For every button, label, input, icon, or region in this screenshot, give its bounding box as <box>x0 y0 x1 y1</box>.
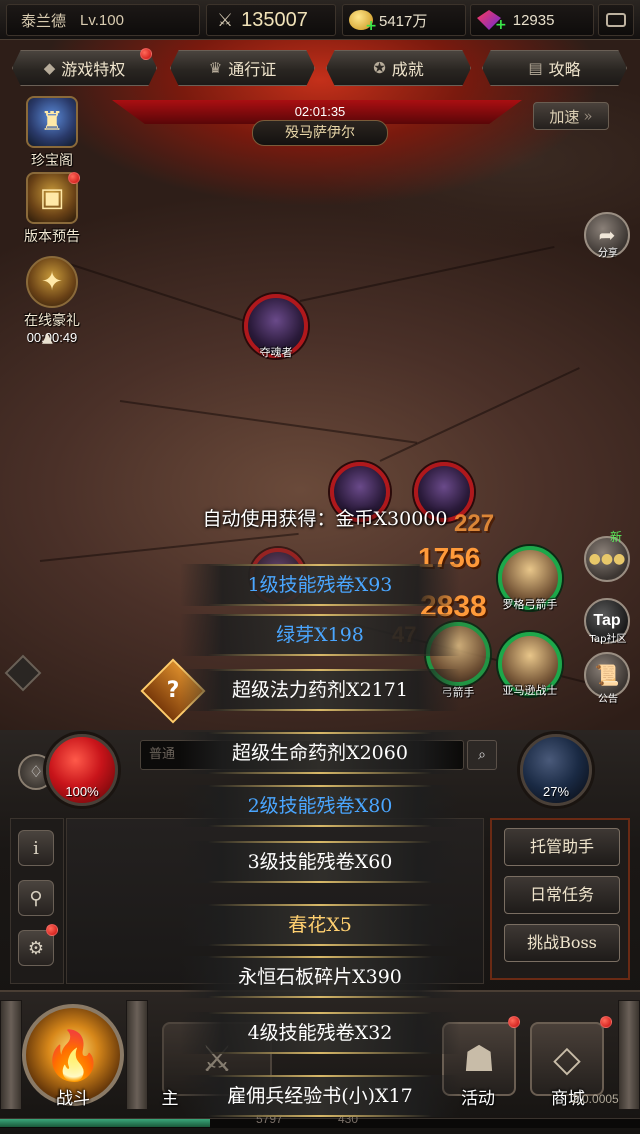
auto-assist-button[interactable]: 托管助手 <box>504 828 620 866</box>
pillar-decoration <box>0 1000 22 1110</box>
notification-dot <box>68 172 80 184</box>
player-level: Lv.100 <box>80 11 124 29</box>
gem-display[interactable]: + 12935 <box>470 4 594 36</box>
experience-fill <box>0 1119 210 1127</box>
info-button[interactable]: i <box>18 830 54 866</box>
badge-icon: ✪ <box>373 59 386 77</box>
speed-up-button[interactable]: 加速 » <box>533 102 609 130</box>
side-item-preview[interactable]: ▣ 版本预告 <box>12 172 92 246</box>
location-button[interactable]: ⚲ <box>18 880 54 916</box>
pillar-decoration <box>126 1000 148 1110</box>
player-info[interactable]: 泰兰德 Lv.100 <box>6 4 200 36</box>
gold-coin-icon: + <box>349 10 377 34</box>
crossed-swords-icon: ⚔ <box>217 9 234 31</box>
gem-value: 12935 <box>512 11 555 29</box>
gift-icon: ✦ <box>26 256 78 308</box>
loot-header: 自动使用获得：金币X30000 <box>202 508 448 530</box>
boss-timer: 02:01:35 <box>294 104 346 119</box>
loot-item: 超级法力药剂X2171 <box>180 669 460 711</box>
scroll-icon: 📜 <box>594 663 620 687</box>
notification-dot <box>600 1016 612 1028</box>
chat-channel-label: 普通 <box>149 747 176 762</box>
ally-unit-label: 亚马逊战士 <box>502 684 558 697</box>
tab-label: 攻略 <box>548 60 581 79</box>
tap-logo: Tap <box>593 612 621 629</box>
menu-icon <box>606 13 626 27</box>
tab-guide[interactable]: ▤ 攻略 <box>482 50 627 86</box>
loot-item: 超级生命药剂X2060 <box>180 732 460 774</box>
gold-display[interactable]: + 5417万 <box>342 4 466 36</box>
notification-dot <box>46 924 58 936</box>
notice-label: 公告 <box>598 694 618 705</box>
battle-label: 战斗 <box>56 1089 90 1109</box>
loot-item: 1级技能残卷X93 <box>180 564 460 606</box>
side-label: 珍宝阁 <box>31 153 73 169</box>
tab-pass[interactable]: ♛ 通行证 <box>170 50 315 86</box>
loot-item: 绿芽X198 <box>180 614 460 656</box>
chat-bubble-button[interactable]: ●●● <box>584 536 630 582</box>
pillar-decoration <box>618 1000 640 1110</box>
tab-label: 通行证 <box>228 60 277 79</box>
loot-item: 雇佣兵经验书(小)X17 <box>180 1075 460 1117</box>
top-status-bar: 泰兰德 Lv.100 ⚔ 135007 + 5417万 + 12935 <box>0 0 640 40</box>
map-pin-icon: ⚲ <box>29 887 43 909</box>
tab-label: 成就 <box>391 60 424 79</box>
side-label: 在线豪礼 <box>24 313 80 329</box>
flame-icon: 🔥 <box>43 1027 103 1084</box>
tap-community-label: Tap社区 <box>589 634 627 645</box>
loot-item: 4级技能残卷X32 <box>180 1012 460 1054</box>
info-icon: i <box>33 837 39 859</box>
player-name: 泰兰德 <box>21 11 67 30</box>
notification-dot <box>508 1016 520 1028</box>
treasure-icon: ♜ <box>26 96 78 148</box>
boss-name: 殁马萨伊尔 <box>252 120 388 146</box>
loot-item: 3级技能残卷X60 <box>180 841 460 883</box>
menu-button[interactable] <box>598 4 634 36</box>
gold-value: 5417万 <box>379 12 428 30</box>
daily-tasks-button[interactable]: 日常任务 <box>504 876 620 914</box>
demon-mask-icon: ☗ <box>462 1038 496 1080</box>
tab-achievements[interactable]: ✪ 成就 <box>326 50 471 86</box>
collapse-arrow-icon[interactable]: ▲ <box>42 330 53 346</box>
gear-icon: ⚙ <box>27 937 45 959</box>
diamond-icon: ◇ <box>553 1038 581 1080</box>
challenge-boss-button[interactable]: 挑战Boss <box>504 924 620 962</box>
enemy-unit-label: 夺魂者 <box>259 346 293 359</box>
mp-percent: 27% <box>542 784 570 799</box>
power-display: ⚔ 135007 <box>206 4 336 36</box>
tab-label: 游戏特权 <box>61 60 126 79</box>
ally-unit-label: 罗格弓箭手 <box>502 598 558 611</box>
search-icon: ⌕ <box>478 747 486 763</box>
side-label: 版本预告 <box>24 229 80 245</box>
diamond-icon: ◆ <box>43 59 56 77</box>
double-chevron-right-icon: » <box>583 107 593 125</box>
loot-item: 永恒石板碎片X390 <box>180 956 460 998</box>
version-label: 2.0.0005 <box>572 1092 619 1106</box>
crown-icon: ♛ <box>208 59 223 77</box>
tab-privileges[interactable]: ◆ 游戏特权 <box>12 50 157 86</box>
new-badge: 新 <box>610 530 623 544</box>
loot-item: 春花X5 <box>180 904 460 946</box>
hp-percent: 100% <box>65 784 99 799</box>
notification-dot <box>140 48 152 60</box>
side-item-treasure[interactable]: ♜ 珍宝阁 <box>12 96 92 170</box>
loot-item: 2级技能残卷X80 <box>180 785 460 827</box>
power-value: 135007 <box>241 8 308 31</box>
chat-bubble-icon: ●●● <box>588 551 626 567</box>
share-label: 分享 <box>598 248 618 259</box>
book-icon: ▤ <box>528 59 543 77</box>
speed-up-label: 加速 <box>549 107 580 126</box>
chat-search-button[interactable]: ⌕ <box>467 740 497 770</box>
